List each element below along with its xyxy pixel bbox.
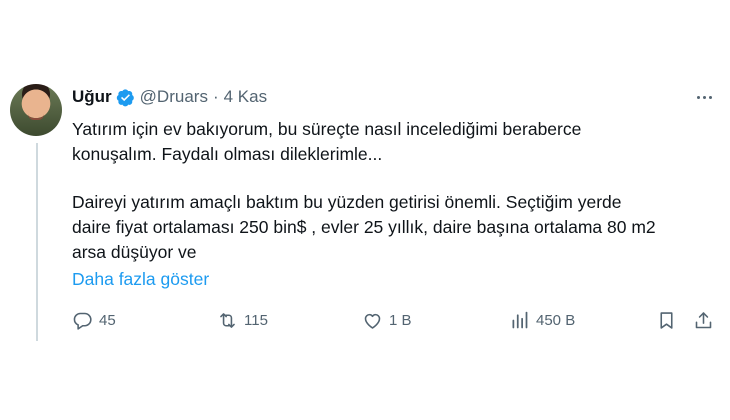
views-chart-icon (512, 311, 528, 328)
bookmark-button[interactable] (656, 306, 677, 334)
tweet-text: Yatırım için ev bakıyorum, bu süreçte na… (72, 117, 712, 292)
tweet-card[interactable]: Uğur @Druars · 4 Kas Yatırım için ev bak… (0, 0, 730, 420)
show-more-link[interactable]: Daha fazla göster (72, 267, 209, 292)
author-name[interactable]: Uğur (72, 87, 112, 107)
text-line: Yatırım için ev bakıyorum, bu süreçte na… (72, 119, 582, 139)
tweet-header: Uğur @Druars · 4 Kas (72, 86, 267, 108)
reply-count: 45 (99, 311, 116, 329)
text-line: Daireyi yatırım amaçlı baktım bu yüzden … (72, 192, 622, 212)
share-button[interactable] (693, 306, 714, 334)
text-line: konuşalım. Faydalı olması dileklerimle..… (72, 144, 383, 164)
retweet-icon (220, 312, 235, 328)
retweet-button[interactable]: 115 (217, 306, 268, 334)
share-icon (695, 311, 712, 328)
more-horizontal-icon[interactable] (690, 86, 718, 108)
author-handle[interactable]: @Druars (140, 87, 208, 107)
text-line: daire fiyat ortalaması 250 bin$ , evler … (72, 217, 656, 237)
avatar-column (10, 84, 64, 136)
views-count: 450 B (536, 311, 576, 329)
retweet-count: 115 (244, 311, 268, 329)
bookmark-icon (660, 311, 673, 329)
thread-line (36, 143, 38, 341)
tweet-actions: 45 115 1 B 450 B (72, 306, 718, 334)
tweet-time[interactable]: 4 Kas (224, 87, 267, 107)
avatar[interactable] (10, 84, 62, 136)
reply-button[interactable]: 45 (72, 306, 116, 334)
separator-dot: · (212, 87, 219, 106)
like-count: 1 B (389, 311, 412, 329)
verified-badge-icon (116, 88, 134, 106)
reply-icon (73, 312, 92, 330)
views-button[interactable]: 450 B (509, 306, 575, 334)
like-button[interactable]: 1 B (362, 306, 412, 334)
text-line: arsa düşüyor ve (72, 242, 197, 262)
heart-icon (364, 313, 381, 329)
